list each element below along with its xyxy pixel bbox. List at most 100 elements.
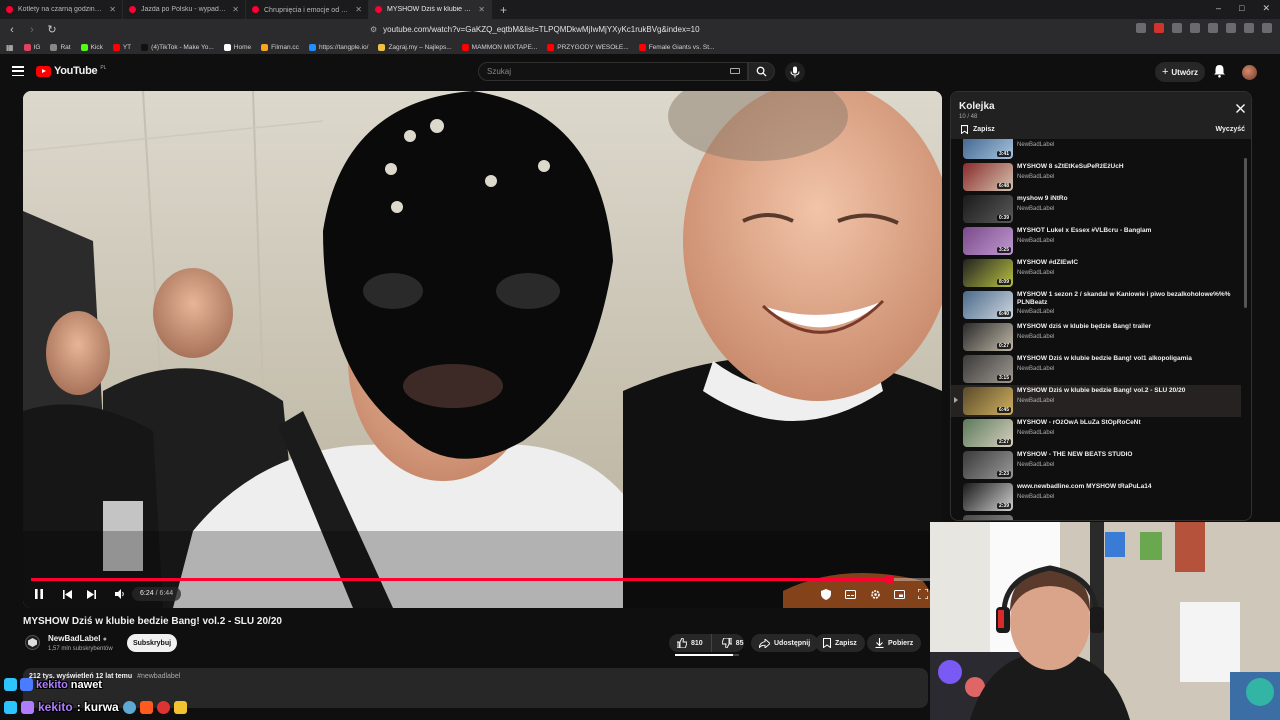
video-player[interactable]: 6:24 / 6:44 (23, 91, 942, 608)
tab-close-icon[interactable]: ✕ (232, 5, 239, 14)
playlist-thumbnail[interactable]: 6:48 (963, 163, 1013, 191)
youtube-logo[interactable]: YouTube PL (36, 65, 106, 77)
playlist-item[interactable]: 3:15 MYSHOW Dziś w klubie bedzie Bang! vo… (951, 353, 1241, 385)
settings-button[interactable] (868, 586, 882, 602)
playlist-item[interactable]: 6:45 MYSHOW Dziś w klubie bedzie Bang! vo… (951, 385, 1241, 417)
playlist-scrollbar[interactable] (1244, 158, 1247, 308)
maximize-icon[interactable]: □ (1239, 3, 1244, 14)
tab-close-icon[interactable]: ✕ (109, 5, 116, 14)
keyboard-icon[interactable] (730, 68, 740, 74)
bookmark-item[interactable]: (4)TikTok - Make Yo... (141, 43, 214, 51)
sponsor-shield-button[interactable] (819, 586, 833, 602)
playlist-thumbnail[interactable]: 2:39 (963, 483, 1013, 511)
playlist-item[interactable]: 2:23 MYSHOW - THE NEW BEATS STUDIO NewBadL… (951, 449, 1241, 481)
previous-button[interactable] (60, 586, 74, 602)
bookmark-item[interactable]: Rat (50, 43, 71, 51)
subscribe-button[interactable]: Subskrybuj (127, 634, 177, 652)
url-field[interactable]: ⚙ youtube.com/watch?v=GaKZQ_eqtbM&list=T… (370, 21, 910, 38)
playlist-thumbnail[interactable]: 6:45 (963, 387, 1013, 415)
save-button[interactable]: Zapisz (815, 634, 865, 652)
search-input[interactable]: Szukaj (478, 62, 748, 81)
playlist-item[interactable]: 2:27 MYSHOW - rÓżOwA bLuZa StOpRoCeNt NewB… (951, 417, 1241, 449)
bookmark-item[interactable]: Kick (80, 43, 103, 51)
hashtag-link[interactable]: #newbadlabel (137, 673, 180, 680)
playlist-item[interactable]: 3:25 MYSHOT Lukel x Essex #VLBcru - Bangl… (951, 225, 1241, 257)
tab-close-icon[interactable]: ✕ (355, 5, 362, 14)
create-label: Utwórz (1171, 67, 1199, 77)
playlist-item[interactable]: 6:48 MYSHOW 8 sZtEtKeSuPeRżEżUcH NewBadLab… (951, 161, 1241, 193)
bookmark-item[interactable]: Zagraj.my – Najleps... (378, 43, 452, 51)
playlist-item[interactable]: 6:40 MYSHOW 1 sezon 2 / skandal w Kaniowi… (951, 289, 1241, 321)
playlist-thumbnail[interactable]: 3:25 (963, 227, 1013, 255)
mute-button[interactable] (113, 586, 127, 602)
playlist-thumbnail[interactable]: 2:23 (963, 451, 1013, 479)
extension-icon[interactable] (1172, 23, 1182, 33)
extension-icon[interactable] (1136, 23, 1146, 33)
new-tab-button[interactable]: + (492, 3, 515, 17)
seek-bar[interactable] (31, 575, 934, 584)
bookmark-item[interactable]: Female Giants vs. St... (638, 43, 714, 51)
reload-icon[interactable]: ↻ (44, 23, 60, 36)
bookmark-item[interactable]: YT (112, 43, 131, 51)
fullscreen-button[interactable] (916, 586, 930, 602)
like-button[interactable]: 810 (669, 634, 712, 652)
extension-icon[interactable] (1190, 23, 1200, 33)
back-icon[interactable]: ‹ (4, 24, 20, 36)
browser-tab[interactable]: Kotlety na czarną godzinę - mogą st ✕ (0, 0, 123, 19)
hamburger-menu-icon[interactable] (12, 66, 24, 76)
bookmark-item[interactable]: Home (223, 43, 251, 51)
menu-icon[interactable] (1262, 23, 1272, 33)
clear-queue-button[interactable]: Wyczyść (1216, 126, 1245, 133)
playlist-thumbnail[interactable]: 3:15 (963, 355, 1013, 383)
create-button[interactable]: + Utwórz (1155, 62, 1205, 82)
apps-grid-icon[interactable]: ▦ (6, 43, 14, 52)
subtitles-button[interactable] (843, 586, 857, 602)
channel-avatar[interactable] (25, 635, 40, 650)
playlist-item[interactable]: 2:39 www.newbadline.com MYSHOW tRaPuLa14 N… (951, 481, 1241, 513)
playlist-item[interactable]: 0:39 myshow 9 iNtRo NewBadLabel (951, 193, 1241, 225)
share-button[interactable]: Udostępnij (751, 634, 819, 652)
browser-tab[interactable]: Chrupnięcia i emocje od Poliny🤤 - ✕ (246, 0, 369, 19)
playlist-thumbnail[interactable] (963, 515, 1013, 520)
miniplayer-button[interactable] (892, 586, 906, 602)
download-button[interactable]: Pobierz (867, 634, 922, 652)
playlist-thumbnail[interactable]: 8:09 (963, 259, 1013, 287)
next-button[interactable] (84, 586, 98, 602)
forward-icon[interactable]: › (24, 24, 40, 36)
bookmark-item[interactable]: Filman.cc (261, 43, 299, 51)
channel-name[interactable]: NewBadLabel ● (48, 634, 107, 643)
browser-tab[interactable]: MYSHOW Dziś w klubie bedz ✕ (369, 0, 492, 19)
playlist-item[interactable]: 3:41 NewBadLabel (951, 139, 1241, 161)
playlist-thumbnail[interactable]: 0:27 (963, 323, 1013, 351)
close-playlist-button[interactable] (1236, 102, 1245, 116)
tab-close-icon[interactable]: ✕ (478, 5, 485, 14)
site-info-icon[interactable]: ⚙ (370, 25, 377, 34)
playlist-thumbnail[interactable]: 6:40 (963, 291, 1013, 319)
bookmark-item[interactable]: MAMMON MIXTAPE... (461, 43, 537, 51)
playlist-item[interactable]: 8:09 MYSHOW #dZIEwIĆ NewBadLabel (951, 257, 1241, 289)
dislike-button[interactable]: 85 (716, 638, 750, 648)
playlist-save-button[interactable]: Zapisz (961, 125, 995, 134)
bookmark-item[interactable]: IG (23, 43, 40, 51)
account-avatar[interactable] (1242, 65, 1257, 80)
minimize-icon[interactable]: – (1216, 3, 1221, 14)
bookmark-item[interactable]: https://tangple.io/ (308, 43, 368, 51)
playlist-thumbnail[interactable]: 0:39 (963, 195, 1013, 223)
close-window-icon[interactable]: ✕ (1262, 3, 1270, 14)
search-button[interactable] (748, 62, 775, 81)
bookmark-item[interactable]: PRZYGODY WESOŁE... (547, 43, 629, 51)
playlist-item[interactable] (951, 513, 1241, 520)
extension-icon[interactable] (1226, 23, 1236, 33)
bookmarks-bar: ▦ IG Rat Kick YT (4)TikTok - Make Yo... Home F… (0, 40, 1280, 54)
notifications-bell-icon[interactable] (1213, 64, 1226, 78)
extension-icon[interactable] (1244, 23, 1254, 33)
playlist-thumbnail[interactable]: 3:41 (963, 139, 1013, 159)
browser-tab[interactable]: Jazda po Polsku - wypadki i kolizje d ✕ (123, 0, 246, 19)
extension-icon[interactable] (1154, 23, 1164, 33)
extension-icon[interactable] (1208, 23, 1218, 33)
pause-button[interactable] (32, 586, 46, 602)
voice-search-button[interactable] (785, 62, 805, 82)
playlist-thumbnail[interactable]: 2:27 (963, 419, 1013, 447)
microphone-icon (790, 66, 800, 78)
playlist-item[interactable]: 0:27 MYSHOW dziś w klubie będzie Bang! tr… (951, 321, 1241, 353)
